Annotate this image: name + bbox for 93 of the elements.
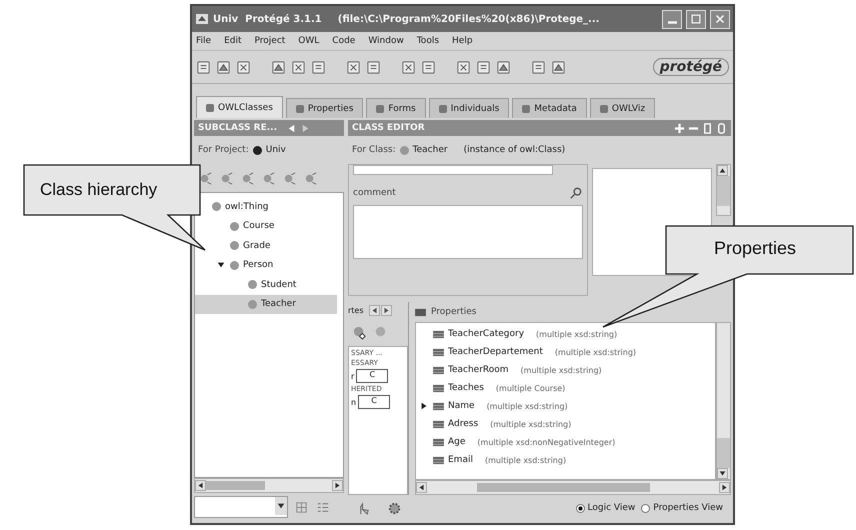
app-icon [195,12,209,26]
property-item[interactable]: Name (multiple xsd:string) [420,397,715,415]
menu-item[interactable]: Edit [224,36,242,46]
expand-arrow-icon[interactable] [217,260,225,269]
horizontal-scrollbar[interactable] [194,478,344,493]
document-icon[interactable] [702,122,713,134]
properties-title: Properties [431,307,476,317]
comment-field[interactable] [353,205,583,259]
menu-item[interactable]: Tools [416,36,440,46]
scroll-right-button[interactable] [380,304,392,316]
tab[interactable]: Metadata [512,98,587,118]
property-icon [433,402,444,410]
tab[interactable]: Individuals [428,98,510,118]
scroll-up-button[interactable] [717,165,728,176]
menu-item[interactable]: File [196,36,212,46]
scroll-thumb[interactable] [717,176,730,206]
condition-text: n [351,398,356,406]
scroll-left-button[interactable] [195,480,206,491]
scroll-left-button[interactable] [416,482,427,493]
menu-item[interactable]: Window [368,36,404,46]
condition-field[interactable]: C [358,395,390,409]
scroll-thumb[interactable] [206,481,266,490]
callout-text: Properties [714,238,796,259]
menu-item[interactable]: Help [452,36,473,46]
condition-text: r [351,372,354,380]
window-title: Univ Protégé 3.1.1 [213,14,322,24]
menu-item[interactable]: Code [332,36,356,46]
maximize-icon [690,13,702,25]
callout-text: Class hierarchy [40,180,158,200]
dropdown-field[interactable] [194,496,288,518]
close-icon [714,13,726,25]
vertical-scrollbar[interactable] [716,322,731,480]
property-item[interactable]: Age (multiple xsd:nonNegativeInteger) [420,433,715,451]
search-icon[interactable] [568,186,583,200]
window-path: (file:\C:\Program%20Files%20(x86)\Protege_... [338,14,600,24]
property-item[interactable]: Adress (multiple xsd:string) [420,415,715,433]
property-icon [433,420,444,428]
tree-item[interactable]: Course [195,216,343,236]
tab[interactable]: rtes [348,306,364,314]
panel-title: SUBCLASS RE... [198,123,277,133]
properties-icon [415,308,426,316]
tree-item[interactable]: owl:Thing [195,197,343,216]
expand-arrow-icon[interactable] [420,402,428,410]
panel-title: CLASS EDITOR [352,123,425,133]
project-icon [252,146,262,154]
scroll-thumb[interactable] [477,483,650,492]
class-type: (instance of owl:Class) [464,145,566,155]
scroll-right-button[interactable] [719,482,730,493]
document-icon[interactable] [716,122,727,134]
horizontal-scrollbar[interactable] [415,480,731,495]
add-restriction-icon[interactable] [352,324,367,340]
property-icon [433,438,444,446]
tab[interactable]: Forms [366,98,426,118]
minimize-icon [668,21,676,24]
scroll-left-button[interactable] [368,304,380,316]
tab[interactable]: Properties [286,98,364,118]
view-radio[interactable]: Properties View [641,503,723,513]
property-icon [433,456,444,464]
scroll-down-button[interactable] [717,468,728,479]
scroll-thumb[interactable] [717,438,730,468]
view-radio[interactable]: Logic View [576,503,636,513]
menu-item[interactable]: OWL [298,36,320,46]
vertical-scrollbar[interactable] [716,164,731,216]
tree-item[interactable]: Grade [195,236,343,256]
maximize-button[interactable] [686,10,706,28]
tree-item[interactable]: Teacher [195,294,337,314]
add-icon[interactable] [674,122,685,134]
tree-item[interactable]: Person [195,256,343,275]
tab[interactable]: OWLViz [590,98,656,118]
class-name: Teacher [412,145,448,155]
property-item[interactable]: Email (multiple xsd:string) [420,451,715,469]
property-icon [433,330,444,338]
menu-item[interactable]: Project [254,36,286,46]
tree-item[interactable]: Student [195,275,343,294]
comment-label: comment [353,188,396,198]
condition-field[interactable]: C [356,369,388,383]
close-button[interactable] [710,10,730,28]
gear-icon[interactable] [387,500,402,516]
minimize-button[interactable] [662,10,682,28]
property-item[interactable]: TeacherCategory (multiple xsd:string) [420,325,715,343]
protege-logo: protégé [652,58,729,76]
scroll-right-button[interactable] [332,480,343,491]
property-item[interactable]: Teaches (multiple Course) [420,379,715,397]
property-item[interactable]: TeacherRoom (multiple xsd:string) [420,361,715,379]
project-label: For Project: [198,145,249,155]
property-icon [433,366,444,374]
annotation-field[interactable] [353,165,553,175]
tab[interactable]: OWLClasses [196,96,283,118]
project-name: Univ [266,145,286,155]
property-item[interactable]: TeacherDepartement (multiple xsd:string) [420,343,715,361]
class-label: For Class: [352,145,396,155]
property-icon [433,348,444,356]
property-icon [433,384,444,392]
